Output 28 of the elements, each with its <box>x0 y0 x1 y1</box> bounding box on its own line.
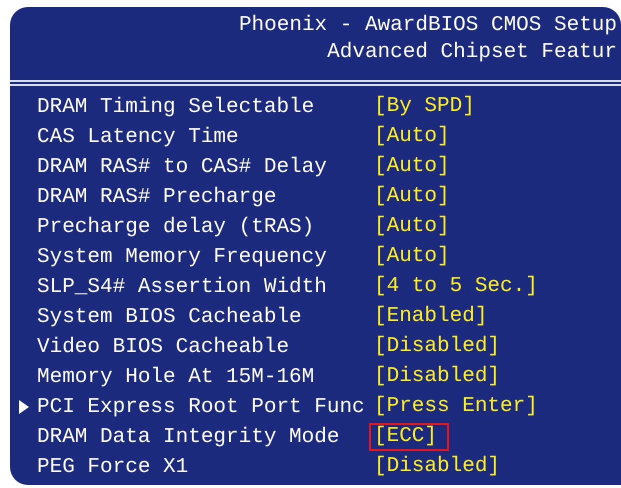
setting-value[interactable]: [Auto] <box>369 213 455 241</box>
setting-label[interactable]: DRAM RAS# to CAS# Delay <box>37 156 372 178</box>
setting-value[interactable]: [ECC] <box>369 423 450 451</box>
setting-label[interactable]: DRAM RAS# Precharge <box>37 186 372 208</box>
setting-value[interactable]: [By SPD] <box>369 93 480 121</box>
setting-label[interactable]: PEG Force X1 <box>37 456 372 478</box>
setting-value[interactable]: [Auto] <box>369 153 455 181</box>
setting-label[interactable]: PCI Express Root Port Func <box>37 396 372 418</box>
page-title: Advanced Chipset Featur <box>327 40 617 66</box>
setting-value[interactable]: [Auto] <box>369 123 455 151</box>
setting-value[interactable]: [Enabled] <box>369 303 492 331</box>
setting-label[interactable]: System Memory Frequency <box>37 246 372 268</box>
setting-value[interactable]: [Auto] <box>369 183 455 211</box>
bios-title: Phoenix - AwardBIOS CMOS Setup <box>238 13 617 39</box>
setting-label[interactable]: SLP_S4# Assertion Width <box>37 276 372 298</box>
setting-value[interactable]: [Auto] <box>369 243 455 271</box>
setting-label[interactable]: Video BIOS Cacheable <box>37 336 372 358</box>
setting-value[interactable]: [Disabled] <box>369 333 506 361</box>
setting-value[interactable]: [Disabled] <box>369 453 506 481</box>
setting-label[interactable]: System BIOS Cacheable <box>37 306 372 328</box>
setting-label[interactable]: Memory Hole At 15M-16M <box>37 366 372 388</box>
setting-value[interactable]: [Disabled] <box>369 363 506 391</box>
setting-value[interactable]: [Press Enter] <box>369 393 543 421</box>
setting-label[interactable]: CAS Latency Time <box>37 126 372 148</box>
setting-label[interactable]: DRAM Timing Selectable <box>37 96 372 118</box>
setting-value[interactable]: [4 to 5 Sec.] <box>369 273 543 301</box>
setting-label[interactable]: Precharge delay (tRAS) <box>37 216 372 238</box>
setting-label[interactable]: DRAM Data Integrity Mode <box>37 426 372 448</box>
